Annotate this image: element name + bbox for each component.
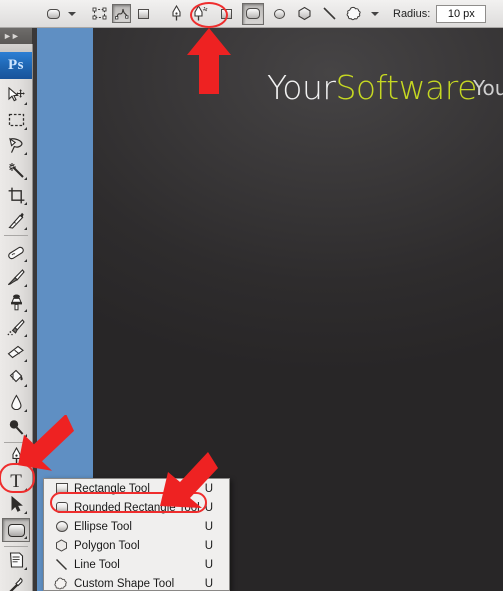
photoshop-logo: Ps	[0, 52, 32, 79]
brush-tool[interactable]	[3, 265, 29, 289]
tools-panel: Ps T	[0, 52, 33, 591]
tool-corner-marker	[24, 409, 27, 412]
tool-corner-marker	[24, 463, 27, 466]
menu-item-shortcut: U	[204, 558, 213, 571]
history-brush-tool[interactable]	[3, 315, 29, 339]
menu-item-label: Ellipse Tool	[74, 520, 132, 533]
tool-corner-marker	[24, 511, 27, 514]
path-selection-tool[interactable]	[3, 492, 29, 516]
eyedropper-tool[interactable]	[3, 573, 29, 591]
rectangular-marquee-tool[interactable]	[3, 108, 29, 132]
notes-tool[interactable]	[3, 548, 29, 572]
menu-item-rectangle-tool[interactable]: Rectangle Tool U	[44, 479, 229, 498]
toolbar-divider	[4, 442, 28, 443]
tool-corner-marker	[24, 227, 27, 230]
left-panel: ►► Ps T	[0, 28, 33, 591]
eraser-tool[interactable]	[3, 340, 29, 364]
pen-icon[interactable]	[167, 4, 186, 23]
ellipse-icon[interactable]	[270, 4, 289, 23]
magic-wand-tool[interactable]	[3, 158, 29, 182]
tool-corner-marker	[24, 309, 27, 312]
brand-subtitle: Your S	[473, 76, 503, 100]
tool-corner-marker	[24, 284, 27, 287]
crop-tool[interactable]	[3, 183, 29, 207]
rounded-rectangle-preset-icon[interactable]	[44, 4, 63, 23]
move-tool[interactable]	[3, 83, 29, 107]
rectangle-icon	[53, 483, 70, 494]
dodge-tool[interactable]	[3, 415, 29, 439]
tool-corner-marker	[24, 536, 27, 539]
tool-corner-marker	[24, 102, 27, 105]
lasso-tool[interactable]	[3, 133, 29, 157]
clone-stamp-tool[interactable]	[3, 290, 29, 314]
menu-item-polygon-tool[interactable]: Polygon Tool U	[44, 536, 229, 555]
polygon-icon	[53, 539, 70, 552]
rectangle-icon[interactable]	[217, 4, 236, 23]
tool-corner-marker	[24, 359, 27, 362]
menu-item-shortcut: U	[204, 577, 213, 590]
ellipse-icon	[53, 521, 70, 532]
brand-logo-text: YourSoftware	[267, 68, 477, 107]
blur-tool[interactable]	[3, 390, 29, 414]
fill-pixels-icon[interactable]	[134, 4, 153, 23]
line-icon	[53, 558, 70, 571]
tool-corner-marker	[24, 488, 27, 491]
menu-item-custom-shape-tool[interactable]: Custom Shape Tool U	[44, 574, 229, 591]
menu-item-ellipse-tool[interactable]: Ellipse Tool U	[44, 517, 229, 536]
options-bar: Radius: 10 px	[0, 0, 503, 28]
tool-corner-marker	[24, 567, 27, 570]
menu-item-label: Polygon Tool	[74, 539, 140, 552]
menu-item-label: Custom Shape Tool	[74, 577, 175, 590]
menu-item-shortcut: U	[204, 539, 213, 552]
tool-corner-marker	[24, 127, 27, 130]
rounded-rectangle-icon[interactable]	[242, 2, 264, 25]
radius-field-group[interactable]: Radius: 10 px	[393, 4, 487, 23]
tool-corner-marker	[24, 202, 27, 205]
tool-corner-marker	[24, 152, 27, 155]
rounded-rectangle-tool[interactable]	[2, 518, 30, 542]
toolbar-divider	[4, 546, 28, 547]
vector-tool-group[interactable]	[167, 2, 379, 25]
tool-corner-marker	[24, 434, 27, 437]
pen-tool[interactable]	[3, 444, 29, 468]
brand-word-primary: Your	[267, 68, 336, 107]
custom-shape-icon[interactable]	[345, 4, 364, 23]
tool-corner-marker	[24, 177, 27, 180]
polygon-icon[interactable]	[295, 4, 314, 23]
shape-layer-icon[interactable]	[90, 4, 109, 23]
horizontal-type-tool[interactable]: T	[3, 469, 29, 493]
tool-corner-marker	[24, 334, 27, 337]
tool-corner-marker	[24, 384, 27, 387]
rounded-rectangle-icon	[53, 502, 70, 513]
shape-preset-picker[interactable]	[44, 4, 76, 23]
gradient-tool[interactable]	[3, 365, 29, 389]
menu-item-shortcut: U	[204, 501, 213, 514]
menu-item-label: Rounded Rectangle Tool	[74, 501, 200, 514]
radius-label: Radius:	[393, 7, 431, 20]
menu-item-rounded-rectangle-tool[interactable]: Rounded Rectangle Tool U	[44, 498, 229, 517]
shape-tool-flyout-menu[interactable]: Rectangle Tool U Rounded Rectangle Tool …	[43, 478, 230, 591]
slice-tool[interactable]	[3, 208, 29, 232]
menu-item-shortcut: U	[204, 520, 213, 533]
panel-collapse-bar[interactable]: ►►	[0, 28, 33, 44]
menu-item-shortcut: U	[204, 482, 213, 495]
chevron-down-icon[interactable]	[371, 11, 379, 16]
paths-icon[interactable]	[112, 4, 131, 23]
shape-mode-group[interactable]	[90, 4, 153, 23]
menu-item-line-tool[interactable]: Line Tool U	[44, 555, 229, 574]
brand-word-accent: Software	[335, 68, 477, 107]
menu-item-label: Line Tool	[74, 558, 120, 571]
double-chevron-right-icon[interactable]: ►►	[3, 31, 20, 41]
line-icon[interactable]	[320, 4, 339, 23]
tool-corner-marker	[24, 259, 27, 262]
radius-input[interactable]: 10 px	[436, 4, 487, 23]
freeform-pen-icon[interactable]	[192, 4, 211, 23]
toolbar-divider	[4, 235, 28, 236]
menu-item-label: Rectangle Tool	[74, 482, 150, 495]
chevron-down-icon[interactable]	[68, 11, 76, 16]
custom-shape-icon	[53, 577, 70, 591]
toolbar-drag-handle[interactable]	[0, 44, 33, 52]
spot-healing-brush-tool[interactable]	[3, 240, 29, 264]
